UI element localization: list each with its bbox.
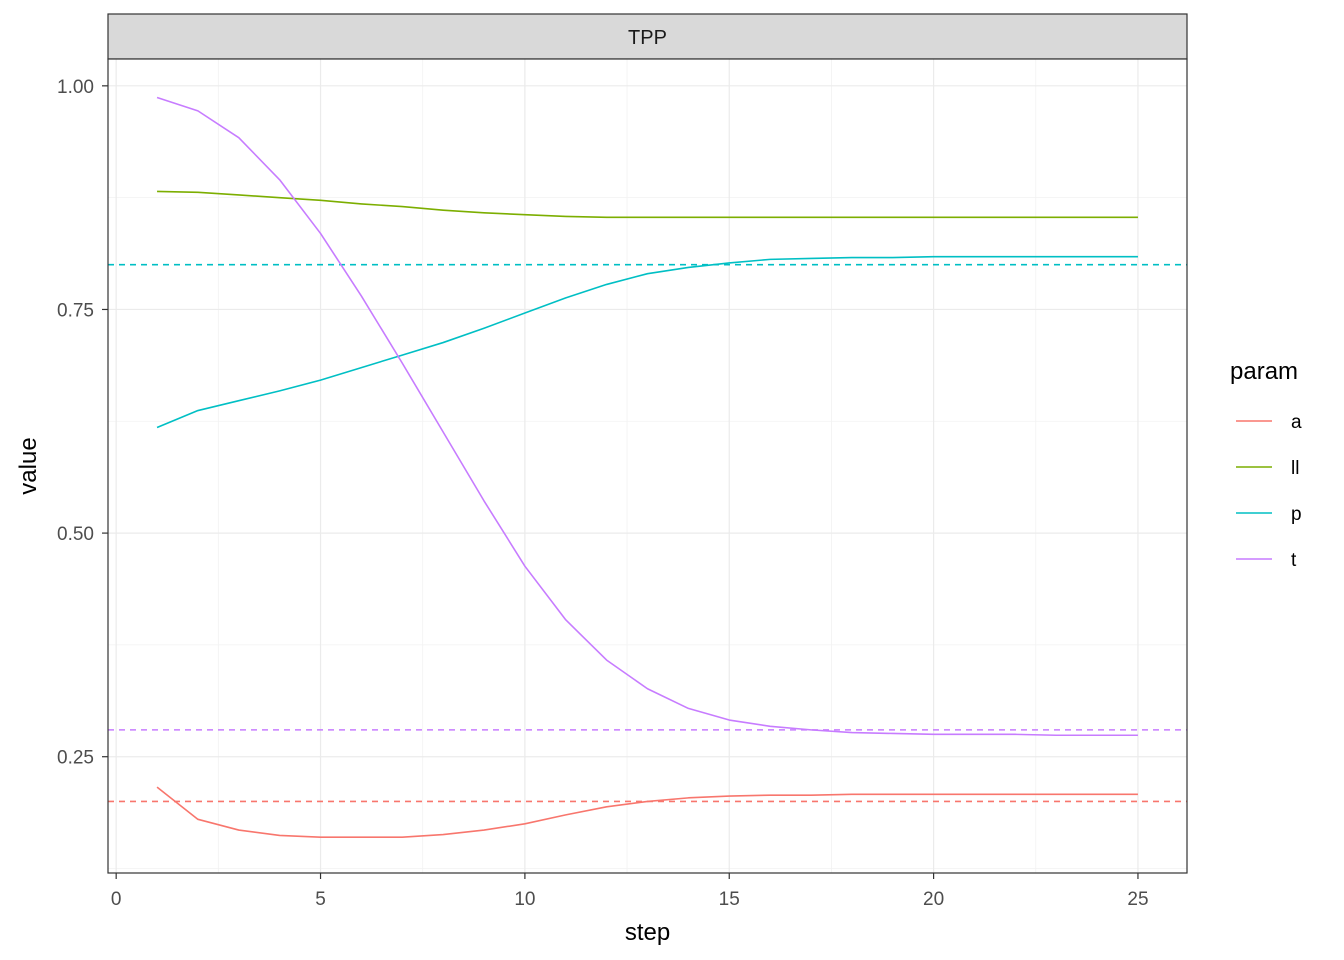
y-tick-label: 0.25	[57, 748, 94, 769]
legend-title: param	[1230, 358, 1298, 385]
legend-label-t: t	[1291, 550, 1297, 571]
facet-strip-label: TPP	[628, 27, 667, 49]
legend-label-p: p	[1291, 504, 1302, 525]
x-tick-label: 25	[1127, 889, 1148, 910]
legend-label-a: a	[1291, 412, 1302, 433]
x-tick-label: 10	[514, 889, 535, 910]
legend: param a ll p t	[1230, 358, 1302, 571]
legend-label-ll: ll	[1291, 458, 1299, 479]
chart: TPP 0 5 10 15 20 25 0.25 0.50 0.75 1.00 step val…	[15, 13, 1302, 946]
x-tick-label: 15	[719, 889, 740, 910]
x-tick-label: 0	[111, 889, 122, 910]
x-axis-ticks: 0 5 10 15 20 25	[111, 873, 1149, 910]
x-tick-label: 5	[315, 889, 326, 910]
y-tick-label: 0.75	[57, 300, 94, 321]
y-tick-label: 0.50	[57, 524, 94, 545]
y-tick-label: 1.00	[57, 77, 94, 98]
y-axis-title: value	[15, 437, 42, 494]
plot-panel	[108, 59, 1187, 873]
x-axis-title: step	[625, 919, 670, 946]
x-tick-label: 20	[923, 889, 944, 910]
y-axis-ticks: 0.25 0.50 0.75 1.00	[57, 77, 108, 769]
